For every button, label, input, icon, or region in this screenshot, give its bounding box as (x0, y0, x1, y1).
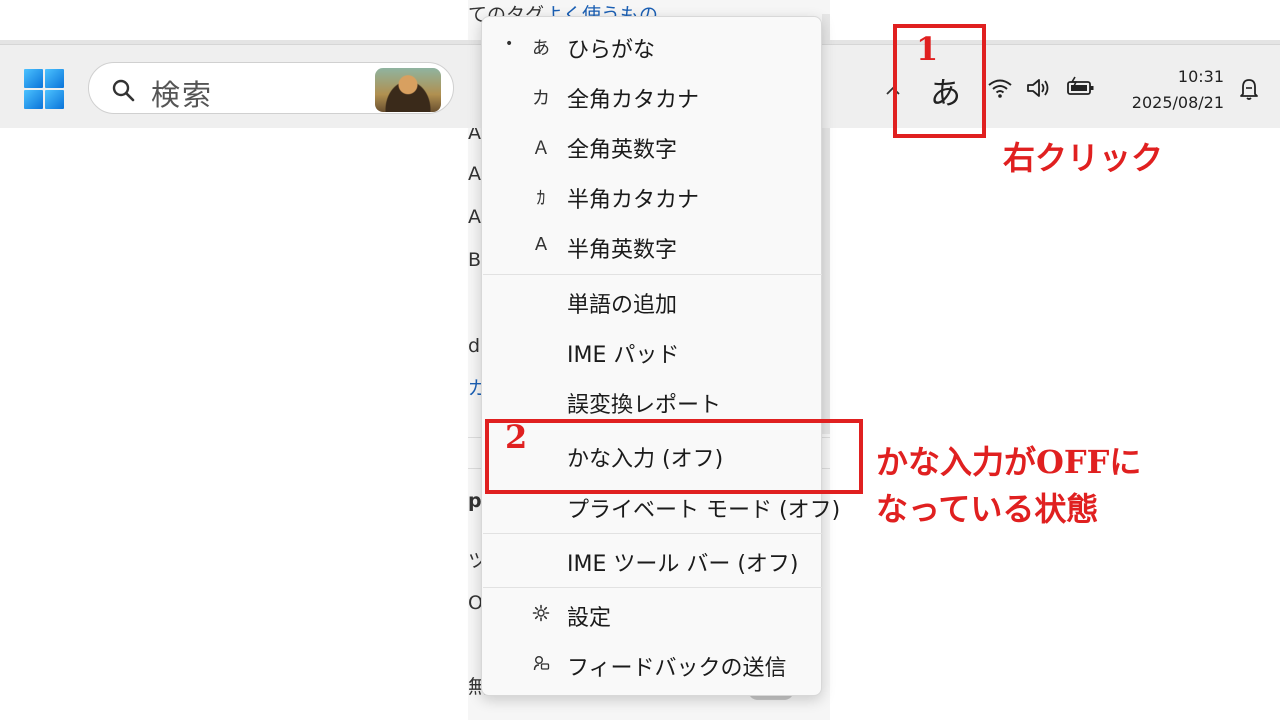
feedback-icon (530, 652, 552, 672)
fullwidth-alphanumeric-mode-icon: Ａ (532, 138, 550, 159)
menu-item-label: プライベート モード (オフ) (567, 498, 841, 523)
halfwidth-alphanumeric-mode-icon: A (534, 234, 548, 255)
annotation-highlight-box-kana-input (485, 419, 863, 494)
menu-item-label: 半角英数字 (567, 238, 678, 263)
menu-item-label: IME ツール バー (オフ) (567, 552, 799, 577)
windows-logo-icon (24, 90, 43, 109)
menu-item-label: 設定 (567, 606, 612, 631)
menu-item-label: IME パッド (567, 343, 680, 368)
annotation-step-number: 1 (916, 30, 939, 68)
annotation-kana-off-text: なっている状態 (876, 490, 1099, 528)
search-placeholder: 検索 (151, 78, 214, 112)
selected-bullet-icon: • (505, 36, 514, 52)
system-clock[interactable]: 10:31 2025/08/21 (1112, 64, 1224, 116)
wifi-icon[interactable] (986, 77, 1014, 99)
bg-line: A (468, 163, 481, 185)
menu-item-ime-toolbar[interactable]: IME ツール バー (オフ) (482, 537, 821, 585)
menu-item-send-feedback[interactable]: フィードバックの送信 (482, 641, 821, 689)
annotation-kana-off-text: かな入力がOFFに (876, 443, 1142, 481)
windows-logo-icon (24, 69, 43, 88)
taskbar-search-box[interactable]: 検索 (88, 62, 454, 114)
bg-line: d (468, 335, 481, 357)
menu-item-halfwidth-katakana[interactable]: ｶ 半角カタカナ (482, 173, 821, 221)
menu-separator (483, 587, 822, 588)
windows-logo-icon (45, 69, 64, 88)
clock-date: 2025/08/21 (1131, 93, 1224, 112)
search-highlight-image[interactable] (375, 68, 441, 112)
hiragana-mode-icon: あ (532, 38, 550, 59)
menu-item-label: 単語の追加 (567, 293, 678, 318)
volume-icon[interactable] (1025, 77, 1053, 99)
menu-item-label: 全角英数字 (567, 138, 678, 163)
menu-separator (483, 533, 822, 534)
menu-item-fullwidth-katakana[interactable]: カ 全角カタカナ (482, 73, 821, 121)
menu-item-label: 誤変換レポート (567, 393, 722, 418)
menu-item-label: ひらがな (567, 38, 656, 63)
menu-item-label: 半角カタカナ (567, 188, 700, 213)
notification-bell-icon[interactable] (1237, 76, 1261, 102)
menu-item-label: フィードバックの送信 (567, 656, 787, 681)
ime-context-menu: • あ ひらがな カ 全角カタカナ Ａ 全角英数字 ｶ 半角カタカナ A 半角英… (481, 16, 840, 696)
annotation-right-click-text: 右クリック (1003, 139, 1164, 177)
fullwidth-katakana-mode-icon: カ (532, 88, 550, 109)
bg-line: A (468, 206, 481, 228)
menu-separator (483, 274, 822, 275)
annotation-step-number: 2 (505, 418, 528, 456)
clock-time: 10:31 (1177, 67, 1224, 86)
search-icon (112, 79, 135, 102)
bg-line: B (468, 249, 482, 271)
menu-item-fullwidth-alphanumeric[interactable]: Ａ 全角英数字 (482, 123, 821, 171)
menu-item-ime-pad[interactable]: IME パッド (482, 328, 821, 376)
gear-icon (530, 602, 552, 622)
halfwidth-katakana-mode-icon: ｶ (536, 188, 546, 209)
menu-item-hiragana[interactable]: • あ ひらがな (482, 23, 821, 71)
annotation-highlight-box-ime-indicator (893, 24, 986, 138)
menu-item-halfwidth-alphanumeric[interactable]: A 半角英数字 (482, 223, 821, 271)
menu-item-settings[interactable]: 設定 (482, 591, 821, 639)
start-button[interactable] (24, 69, 64, 109)
windows-logo-icon (45, 90, 64, 109)
menu-item-label: 全角カタカナ (567, 88, 700, 113)
menu-item-add-word[interactable]: 単語の追加 (482, 278, 821, 326)
battery-charging-icon[interactable] (1066, 76, 1096, 98)
